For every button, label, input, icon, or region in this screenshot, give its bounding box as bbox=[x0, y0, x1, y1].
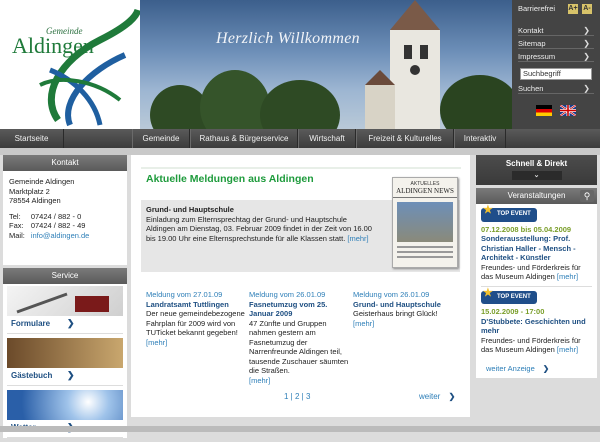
fax-label: Fax: bbox=[9, 221, 24, 230]
header-banner-image: Herzlich Willkommen bbox=[140, 0, 512, 129]
news-heading: Aktuelle Meldungen aus Aldingen bbox=[146, 173, 314, 185]
chevron-right-icon: ❯ bbox=[583, 84, 590, 93]
header: Gemeinde Aldingen Herzlich Willkommen Ba… bbox=[0, 0, 600, 129]
fax-value: 07424 / 882 - 49 bbox=[30, 221, 86, 230]
event-more-link[interactable]: [mehr] bbox=[557, 272, 578, 281]
chevron-right-icon: ❯ bbox=[583, 26, 590, 35]
left-sidebar: Kontakt Gemeinde Aldingen Marktplatz 2 7… bbox=[3, 155, 127, 442]
tel-label: Tel: bbox=[9, 211, 21, 221]
top-event-badge: ★ TOP EVENT bbox=[481, 286, 537, 304]
lead-news-body: Einladung zum Elternsprechtag der Grund-… bbox=[146, 214, 372, 243]
contact-city: 78554 Aldingen bbox=[9, 196, 61, 205]
chevron-right-icon: ❯ bbox=[583, 39, 590, 48]
contact-name: Gemeinde Aldingen bbox=[9, 177, 75, 186]
star-icon: ★ bbox=[483, 204, 493, 216]
divider bbox=[141, 167, 461, 169]
event-more-link[interactable]: [mehr] bbox=[557, 345, 578, 354]
wetter-image bbox=[7, 390, 123, 420]
pagination: 1 | 2 | 3 bbox=[284, 392, 311, 401]
contact-box: Kontakt Gemeinde Aldingen Marktplatz 2 7… bbox=[3, 155, 127, 265]
welcome-heading: Herzlich Willkommen bbox=[216, 30, 360, 47]
chevron-right-icon: ❯ bbox=[542, 363, 550, 373]
font-decrease-button[interactable]: A- bbox=[582, 4, 592, 14]
service-formulare[interactable]: Formulare ❯ bbox=[7, 286, 123, 334]
chevron-right-icon: ❯ bbox=[583, 52, 590, 61]
event-item: ★ TOP EVENT 15.02.2009 - 17:00 D'Stubbete… bbox=[476, 287, 597, 359]
kontakt-link[interactable]: Kontakt ❯ bbox=[518, 25, 594, 36]
lead-news: Grund- und Hauptschule Einladung zum Elt… bbox=[146, 205, 376, 243]
events-heading: Veranstaltungen ⚲ bbox=[476, 188, 597, 204]
search-button[interactable]: Suchen ❯ bbox=[518, 83, 594, 94]
star-icon: ★ bbox=[483, 286, 493, 299]
news-title-link[interactable]: Grund- und Hauptschule bbox=[353, 300, 453, 310]
schnell-direkt-box[interactable]: Schnell & Direkt ⌄ bbox=[476, 155, 597, 185]
event-title-link[interactable]: D'Stubbete: Geschichten und mehr bbox=[481, 317, 592, 336]
top-event-badge: ★ TOP EVENT bbox=[481, 204, 537, 222]
tel-value: 07424 / 882 - 0 bbox=[30, 211, 82, 221]
utility-panel: Barrierefrei A+ A- Kontakt ❯ Sitemap ❯ Imp… bbox=[512, 0, 600, 129]
news-title-link[interactable]: Landratsamt Tuttlingen bbox=[146, 300, 246, 310]
lead-news-title: Grund- und Hauptschule bbox=[146, 205, 234, 214]
news-more-link[interactable]: [mehr] bbox=[353, 319, 374, 328]
contact-heading: Kontakt bbox=[3, 155, 127, 171]
nav-wirtschaft[interactable]: Wirtschaft bbox=[298, 129, 356, 148]
impressum-link[interactable]: Impressum ❯ bbox=[518, 51, 594, 62]
page-2-link[interactable]: 2 bbox=[295, 392, 299, 401]
church-tower-graphic bbox=[365, 0, 440, 129]
uk-flag-icon[interactable] bbox=[560, 105, 576, 116]
logo-swirl-graphic bbox=[39, 8, 140, 127]
nav-subbar bbox=[0, 148, 600, 155]
german-flag-icon[interactable] bbox=[536, 105, 552, 116]
nav-interaktiv[interactable]: Interaktiv bbox=[454, 129, 506, 148]
contact-table: Tel: 07424 / 882 - 0 Fax: 07424 / 882 - 49… bbox=[9, 212, 95, 241]
contact-street: Marktplatz 2 bbox=[9, 186, 50, 196]
news-title-link[interactable]: Fasnetumzug vom 25. Januar 2009 bbox=[249, 300, 349, 319]
news-more-link[interactable]: [mehr] bbox=[249, 376, 270, 385]
nav-gemeinde[interactable]: Gemeinde bbox=[132, 129, 190, 148]
search-icon[interactable]: ⚲ bbox=[580, 190, 594, 202]
chevron-right-icon: ❯ bbox=[67, 318, 75, 328]
main-content: Aktuelle Meldungen aus Aldingen Grund- u… bbox=[131, 155, 470, 417]
nav-startseite[interactable]: Startseite bbox=[0, 129, 64, 148]
service-heading: Service bbox=[3, 268, 127, 284]
event-item: ★ TOP EVENT 07.12.2008 bis 05.04.2009 Son… bbox=[476, 204, 597, 286]
nav-freizeit[interactable]: Freizeit & Kulturelles bbox=[356, 129, 454, 148]
footer-strip bbox=[0, 426, 600, 432]
news-item: Meldung vom 26.01.09 Grund- und Hauptsch… bbox=[353, 290, 453, 328]
page-1-link[interactable]: 1 bbox=[284, 392, 288, 401]
mail-label: Mail: bbox=[9, 230, 25, 240]
mail-link[interactable]: info@aldingen.de bbox=[31, 231, 90, 240]
formulare-image bbox=[7, 286, 123, 316]
main-navigation: Startseite Gemeinde Rathaus & Bürgerserv… bbox=[0, 129, 600, 148]
weiter-anzeige-link[interactable]: weiter Anzeige ❯ bbox=[476, 359, 597, 378]
event-title-link[interactable]: Sonderausstellung: Prof. Christian Halle… bbox=[481, 234, 592, 263]
search-input[interactable]: Suchbegriff bbox=[520, 68, 592, 80]
news-item: Meldung vom 27.01.09 Landratsamt Tuttlin… bbox=[146, 290, 246, 347]
right-sidebar: Schnell & Direkt ⌄ Veranstaltungen ⚲ ★ TO… bbox=[476, 155, 597, 378]
news-item: Meldung vom 26.01.09 Fasnetumzug vom 25.… bbox=[249, 290, 349, 385]
chevron-right-icon: ❯ bbox=[67, 370, 75, 380]
chevron-right-icon: ❯ bbox=[448, 392, 456, 401]
font-increase-button[interactable]: A+ bbox=[568, 4, 578, 14]
newspaper-image[interactable]: AKTUELLES ALDINGEN NEWS bbox=[392, 177, 458, 268]
chevron-down-icon: ⌄ bbox=[511, 171, 562, 180]
weiter-link[interactable]: weiter ❯ bbox=[419, 392, 455, 401]
logo-aldingen-text: Aldingen bbox=[12, 33, 94, 58]
nav-rathaus[interactable]: Rathaus & Bürgerservice bbox=[190, 129, 298, 148]
events-box: Veranstaltungen ⚲ ★ TOP EVENT 07.12.2008 … bbox=[476, 188, 597, 378]
service-gaestebuch[interactable]: Gästebuch ❯ bbox=[7, 338, 123, 386]
logo[interactable]: Gemeinde Aldingen bbox=[0, 0, 140, 129]
page-3-link[interactable]: 3 bbox=[306, 392, 310, 401]
sitemap-link[interactable]: Sitemap ❯ bbox=[518, 38, 594, 49]
news-more-link[interactable]: [mehr] bbox=[146, 338, 167, 347]
lead-news-more-link[interactable]: [mehr] bbox=[347, 234, 368, 243]
service-box: Service Formulare ❯ Gästebuch ❯ Wetter ❯ bbox=[3, 268, 127, 438]
gaestebuch-image bbox=[7, 338, 123, 368]
